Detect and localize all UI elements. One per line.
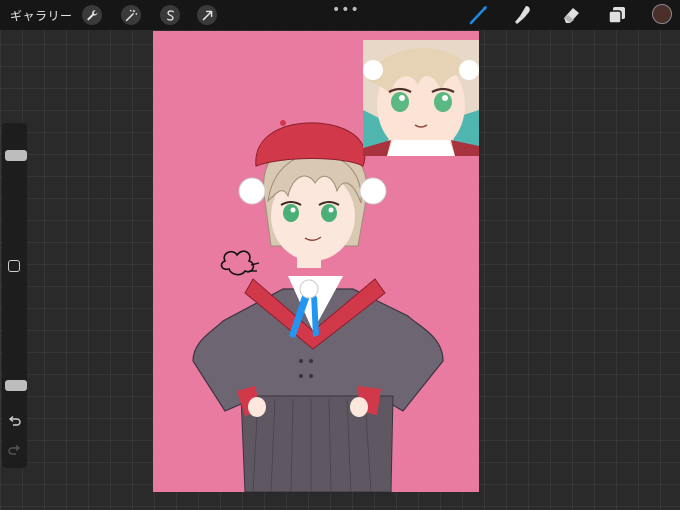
redo-icon bbox=[8, 444, 21, 455]
smudge-tool-button[interactable] bbox=[512, 4, 534, 26]
opacity-thumb[interactable] bbox=[5, 380, 27, 391]
wrench-icon bbox=[86, 9, 97, 20]
brush-size-slider[interactable] bbox=[4, 123, 27, 248]
reference-image bbox=[363, 40, 479, 156]
brush-icon bbox=[469, 6, 487, 25]
undo-button[interactable] bbox=[7, 415, 22, 430]
actions-button[interactable] bbox=[82, 5, 102, 25]
layers-icon bbox=[608, 7, 625, 24]
brush-size-thumb[interactable] bbox=[5, 150, 27, 161]
undo-icon bbox=[8, 415, 21, 426]
left-sidebar bbox=[2, 123, 27, 468]
eraser-tool-button[interactable] bbox=[560, 4, 582, 26]
reference-image-window[interactable] bbox=[363, 40, 479, 156]
selection-button[interactable] bbox=[160, 5, 180, 25]
smudge-finger-icon bbox=[515, 6, 530, 24]
eraser-icon bbox=[564, 8, 579, 23]
selection-s-icon bbox=[166, 9, 174, 21]
adjustments-button[interactable] bbox=[121, 5, 141, 25]
more-menu-dots[interactable]: ••• bbox=[332, 2, 360, 18]
magic-wand-icon bbox=[125, 9, 137, 21]
redo-button[interactable] bbox=[7, 444, 22, 459]
brush-tool-button[interactable] bbox=[468, 4, 490, 26]
gallery-button[interactable]: ギャラリー bbox=[10, 7, 73, 24]
top-toolbar: ギャラリー ••• bbox=[0, 0, 680, 30]
square-modify-icon[interactable] bbox=[8, 260, 20, 272]
arrow-cursor-icon bbox=[202, 10, 212, 20]
color-picker-button[interactable] bbox=[652, 4, 672, 24]
transform-button[interactable] bbox=[197, 5, 217, 25]
layers-button[interactable] bbox=[606, 4, 628, 26]
opacity-slider[interactable] bbox=[4, 273, 27, 403]
